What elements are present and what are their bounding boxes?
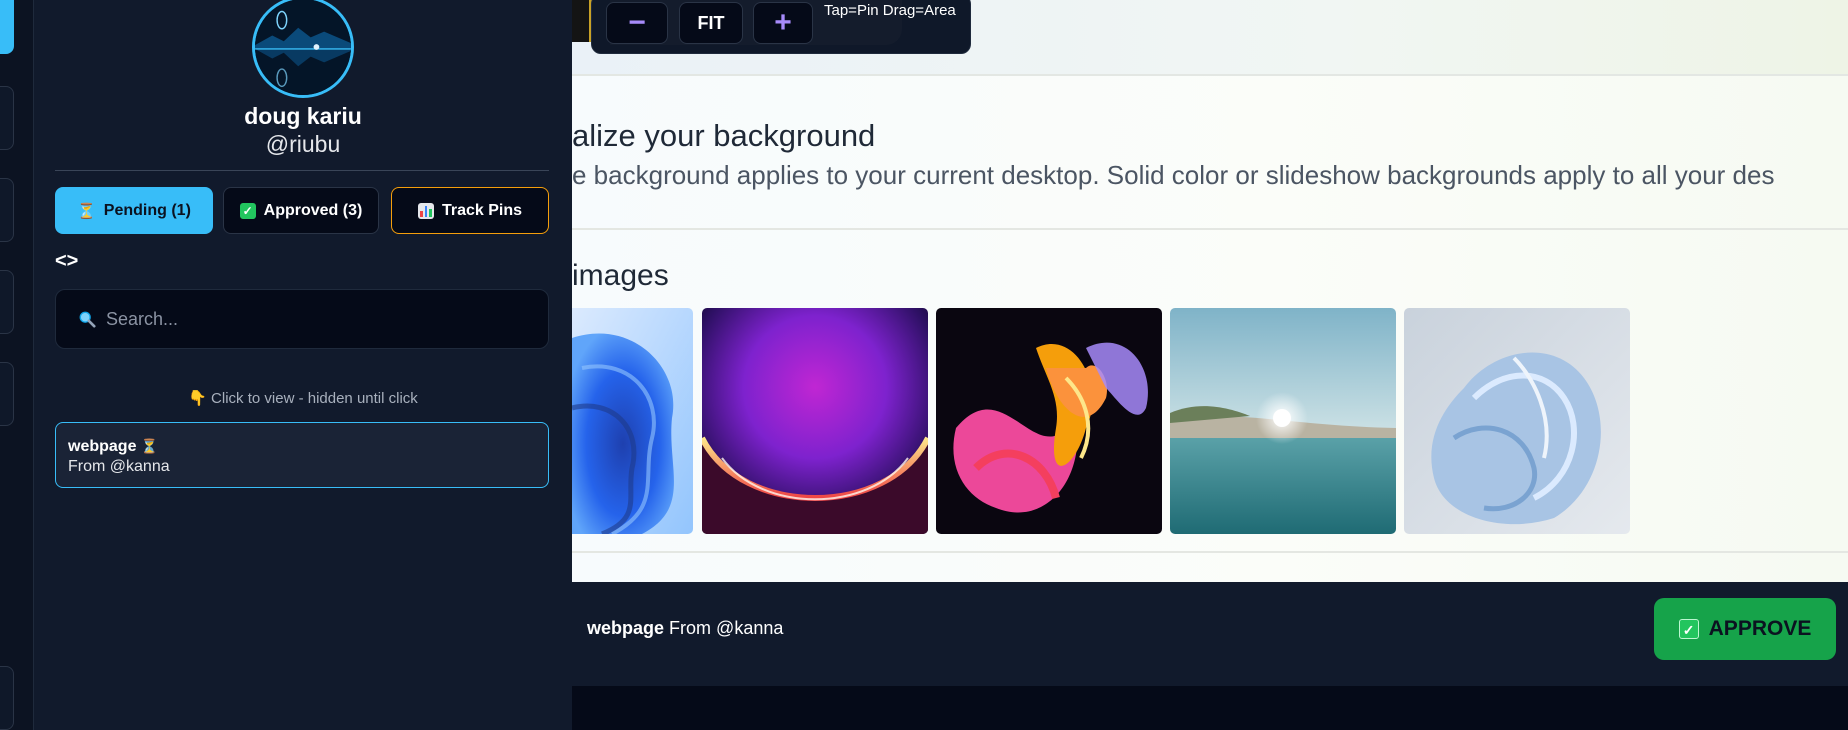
wallpaper-thumbnail[interactable] [936,308,1162,534]
profile-name: doug kariu [244,103,362,129]
hourglass-icon: ⏳ [77,202,96,220]
wallpaper-thumbnail[interactable] [1404,308,1630,534]
approve-button[interactable]: ✓ APPROVE [1654,598,1836,660]
click-hint-text: Click to view - hidden until click [211,390,418,407]
tab-pending[interactable]: ⏳ Pending (1) [55,187,213,234]
app-root: doug kariu @riubu ⏳ Pending (1) ✓ Approv… [0,0,1848,730]
wallpaper-thumbnail[interactable] [572,308,693,534]
wallpaper-thumbnail[interactable] [1170,308,1396,534]
rail-tab[interactable] [0,86,14,150]
rail-tab[interactable] [0,362,14,426]
click-hint: 👇 Click to view - hidden until click [34,389,572,407]
divider [55,170,549,171]
zoom-hint: Tap=Pin Drag=Area [824,2,956,19]
side-panel: doug kariu @riubu ⏳ Pending (1) ✓ Approv… [34,0,572,730]
rail-tab[interactable] [0,666,14,730]
rail-tab[interactable] [0,178,14,242]
tab-track-pins[interactable]: Track Pins [391,187,549,234]
wallpaper-thumbnail[interactable] [702,308,928,534]
tab-approved-label: Approved (3) [263,201,363,219]
bottom-item-info: webpage From @kanna [587,618,783,639]
profile-handle: @riubu [265,131,341,157]
divider [572,228,1848,230]
pointing-down-icon: 👇 [188,390,207,407]
approve-button-label: APPROVE [1708,617,1812,640]
bar-chart-icon [417,202,434,219]
rail-tab-active[interactable] [0,0,14,54]
pending-item[interactable]: webpage ⏳ From @kanna [55,422,549,488]
preview-images-heading: images [572,259,669,292]
hourglass-icon: ⏳ [140,438,159,454]
pending-item-title: webpage [68,438,137,455]
rail-tab[interactable] [0,270,14,334]
search-box [55,289,549,349]
code-toggle-button[interactable]: <> [55,250,78,273]
pending-item-title-row: webpage ⏳ [68,438,536,456]
icon-rail [0,0,34,730]
bottom-item-title: webpage [587,618,665,638]
preview-description: e background applies to your current des… [572,160,1775,190]
zoom-in-button[interactable]: + [753,2,813,44]
avatar[interactable] [252,0,354,98]
footer-area [572,686,1848,730]
zoom-fit-button[interactable]: FIT [679,2,743,44]
search-icon [79,311,96,328]
preview-heading: alize your background [572,118,876,153]
bottom-item-from: From @kanna [669,618,784,638]
tab-track-pins-label: Track Pins [441,201,523,219]
search-input[interactable] [106,308,526,330]
zoom-out-button[interactable]: − [606,2,668,44]
tab-pending-label: Pending (1) [103,201,191,219]
thumbnail-edge [572,0,592,42]
divider [572,551,1848,553]
pending-item-from: From @kanna [68,458,170,475]
tab-approved[interactable]: ✓ Approved (3) [223,187,379,234]
check-icon: ✓ [239,202,256,219]
check-icon: ✓ [1678,619,1699,639]
